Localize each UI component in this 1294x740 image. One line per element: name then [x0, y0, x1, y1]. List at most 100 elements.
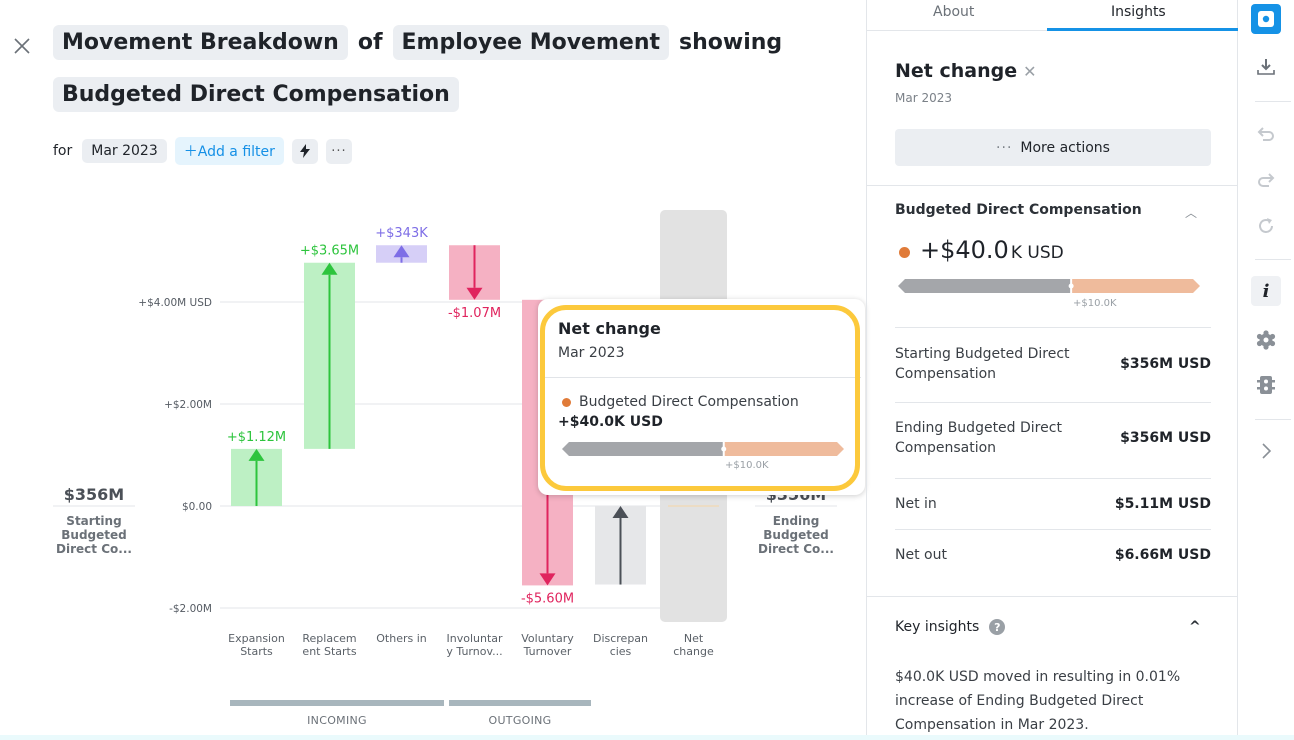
metric-view-chip[interactable]: Movement Breakdown: [53, 25, 348, 60]
undo-icon: [1257, 127, 1274, 141]
quick-action-button[interactable]: [291, 138, 318, 164]
tooltip-series: Budgeted Direct Compensation: [562, 394, 799, 410]
settings-icon: [1256, 330, 1276, 350]
ellipsis-icon: ···: [996, 139, 1013, 156]
title-connector-of: of: [357, 30, 383, 55]
tooltip-range-bar: [562, 442, 844, 456]
range-bar-baseline: [898, 279, 1071, 293]
range-bar-marker: [721, 446, 727, 452]
key-insights-heading: Key insights ?: [895, 619, 1006, 635]
filter-panel-button[interactable]: [1251, 370, 1281, 400]
selection-subtitle: Mar 2023: [895, 91, 952, 105]
row-divider: [895, 402, 1211, 403]
end-total-label: Budgeted: [763, 528, 828, 542]
toolbar-divider: [1255, 419, 1291, 420]
category-label: cies: [610, 645, 632, 658]
stat-value: $356M USD: [1120, 430, 1211, 447]
stat-value: $5.11M USD: [1114, 496, 1211, 513]
more-actions-button[interactable]: ··· More actions: [895, 129, 1211, 166]
collapse-metric-icon[interactable]: ︿: [1185, 204, 1197, 221]
plus-icon: ＋: [183, 144, 198, 160]
refresh-button[interactable]: [1251, 211, 1281, 241]
y-tick-label: -$2.00M: [169, 603, 212, 615]
redo-button[interactable]: [1251, 165, 1281, 195]
category-label: y Turnov...: [446, 645, 502, 658]
tab-about[interactable]: About: [933, 4, 974, 20]
toolbar-divider: [1255, 101, 1291, 102]
download-button[interactable]: [1251, 52, 1281, 82]
snapshot-button[interactable]: [1251, 4, 1281, 34]
camera-icon: [1258, 11, 1274, 27]
active-tab-indicator: [1047, 28, 1238, 31]
expand-panel-button[interactable]: [1251, 436, 1281, 466]
bar-value-label: -$1.07M: [448, 306, 501, 321]
bottom-edge: [0, 735, 1294, 740]
series-dot-icon: [899, 247, 910, 258]
metric-value-number: +$40.0: [920, 236, 1009, 264]
tooltip-divider: [541, 377, 861, 378]
row-divider: [895, 529, 1211, 530]
metric-chip[interactable]: Budgeted Direct Compensation: [53, 77, 459, 112]
start-total-label: Budgeted: [61, 528, 126, 542]
selection-title-text: Net change: [895, 60, 1018, 82]
tooltip-subtitle: Mar 2023: [558, 345, 625, 361]
tooltip-value: +$40.0K USD: [558, 414, 663, 430]
end-total-label: Ending: [773, 514, 820, 528]
title-line-2: Budgeted Direct Compensation: [53, 77, 459, 112]
collapse-insights-icon[interactable]: ^: [1189, 619, 1201, 635]
tab-insights[interactable]: Insights: [1111, 4, 1166, 20]
help-icon[interactable]: ?: [989, 619, 1006, 635]
start-total-label: Direct Co...: [56, 542, 132, 556]
group-bracket: [230, 700, 444, 706]
for-label: for: [53, 143, 73, 159]
row-divider: [895, 327, 1211, 328]
stat-row-starting: Starting Budgeted Direct Compensation $3…: [895, 344, 1211, 385]
key-insights-title: Key insights: [895, 619, 980, 635]
chevron-right-icon: [1262, 443, 1272, 459]
close-button[interactable]: [10, 34, 34, 58]
section-divider: [867, 596, 1238, 597]
settings-button[interactable]: [1251, 325, 1281, 355]
range-bar-baseline: [562, 442, 723, 456]
category-label: Starts: [240, 645, 273, 658]
title-line-1: Movement Breakdown of Employee Movement …: [53, 25, 782, 60]
row-divider: [895, 478, 1211, 479]
category-label: Involuntar: [446, 632, 503, 645]
category-label: Discrepan: [593, 632, 648, 645]
refresh-icon: [1259, 218, 1273, 233]
download-icon: [1257, 59, 1275, 75]
category-label: Net: [684, 632, 704, 645]
range-bar-change: [1072, 279, 1200, 293]
start-total-label: Starting: [66, 514, 121, 528]
tooltip-title: Net change: [558, 319, 661, 338]
add-filter-button[interactable]: ＋Add a filter: [174, 137, 284, 165]
period-chip[interactable]: Mar 2023: [82, 139, 167, 163]
category-label: Others in: [376, 632, 427, 645]
category-label: Expansion: [228, 632, 285, 645]
close-icon: [14, 38, 30, 54]
add-filter-label: Add a filter: [197, 144, 275, 160]
subject-chip[interactable]: Employee Movement: [392, 25, 670, 60]
end-total-label: Direct Co...: [758, 542, 834, 556]
key-insight-text: $40.0K USD moved in resulting in 0.01% i…: [895, 669, 1181, 733]
stat-label: Net out: [895, 547, 947, 563]
clear-selection-icon[interactable]: ✕: [1023, 62, 1036, 81]
selection-title: Net change ✕: [895, 60, 1037, 82]
more-options-button[interactable]: ···: [325, 138, 352, 164]
range-bar-change: [724, 442, 844, 456]
stat-label: Ending Budgeted Direct Compensation: [895, 420, 1062, 457]
info-button[interactable]: i: [1251, 276, 1281, 306]
undo-button[interactable]: [1251, 119, 1281, 149]
stat-label: Net in: [895, 496, 937, 512]
stat-value: $6.66M USD: [1114, 547, 1211, 564]
tooltip-bar-label: +$10.0K: [725, 460, 769, 471]
stat-row-ending: Ending Budgeted Direct Compensation $356…: [895, 418, 1211, 459]
metric-bar-label: +$10.0K: [1073, 298, 1117, 309]
bar-value-label: -$5.60M: [521, 591, 574, 606]
range-bar-marker: [1068, 283, 1074, 289]
y-tick-label: $0.00: [182, 501, 212, 513]
category-label: Turnover: [523, 645, 572, 658]
insights-panel: About Insights Net change ✕ Mar 2023 ···…: [866, 0, 1238, 740]
filter-row: for Mar 2023 ＋Add a filter ···: [53, 137, 352, 165]
y-tick-label: +$4.00M USD: [138, 297, 212, 309]
